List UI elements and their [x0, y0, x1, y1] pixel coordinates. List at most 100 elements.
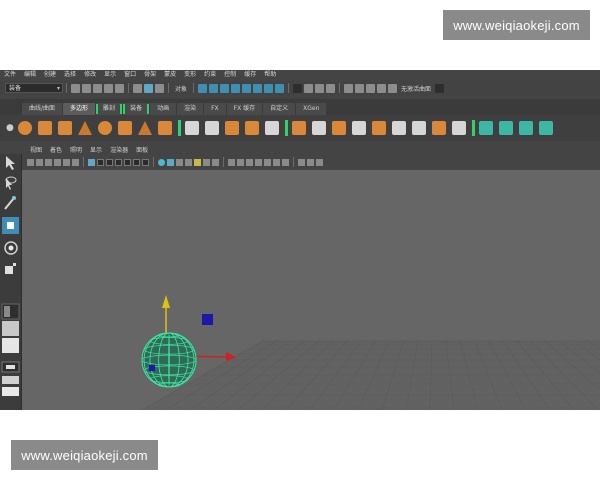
- smooth-shade-icon[interactable]: [167, 158, 174, 166]
- scale-tool-icon[interactable]: [5, 263, 16, 274]
- menu-constrain[interactable]: 约束: [200, 70, 220, 80]
- select-dynamics-icon[interactable]: [253, 83, 263, 93]
- tab-fx-caching[interactable]: FX 缓存: [226, 103, 263, 115]
- mirror-icon[interactable]: [452, 121, 466, 135]
- layout-persp-outliner-icon[interactable]: [2, 338, 19, 353]
- layout-four-icon[interactable]: [2, 321, 19, 336]
- menu-help[interactable]: 帮助: [260, 70, 280, 80]
- tab-custom[interactable]: 自定义: [263, 103, 296, 115]
- uv-auto-icon[interactable]: [539, 121, 553, 135]
- panel-menu-lighting[interactable]: 照明: [66, 145, 86, 154]
- render-frame-icon[interactable]: [435, 83, 445, 93]
- plane-icon[interactable]: [118, 121, 132, 135]
- snap-view-plane-icon[interactable]: [355, 83, 365, 93]
- cylinder-icon[interactable]: [58, 121, 72, 135]
- tab-animation[interactable]: 动画: [150, 103, 177, 115]
- film-gate-icon[interactable]: [97, 158, 104, 166]
- menu-skeleton[interactable]: 骨架: [140, 70, 160, 80]
- select-surface-icon[interactable]: [231, 83, 241, 93]
- tab-curves-surfaces[interactable]: 曲线/曲面: [22, 103, 63, 115]
- highlight-selection-icon[interactable]: [304, 83, 314, 93]
- select-joint-icon[interactable]: [209, 83, 219, 93]
- menu-windows[interactable]: 窗口: [120, 70, 140, 80]
- smooth-icon[interactable]: [412, 121, 426, 135]
- history-icon[interactable]: [377, 83, 387, 93]
- tab-sculpting[interactable]: 雕刻: [96, 103, 123, 115]
- tab-fx[interactable]: FX: [204, 103, 226, 115]
- menu-display[interactable]: 显示: [100, 70, 120, 80]
- panel-menu-panels[interactable]: 面板: [132, 145, 152, 154]
- tab-rigging[interactable]: 装备: [123, 103, 150, 115]
- menu-select[interactable]: 选择: [60, 70, 80, 80]
- bevel-icon[interactable]: [265, 121, 279, 135]
- exposure-icon[interactable]: [298, 158, 305, 166]
- select-deform-icon[interactable]: [242, 83, 252, 93]
- selection-mask-label[interactable]: 对象: [175, 84, 187, 93]
- menu-create[interactable]: 创建: [40, 70, 60, 80]
- select-misc-icon[interactable]: [275, 83, 285, 93]
- append-icon[interactable]: [312, 121, 326, 135]
- magnet-icon[interactable]: [388, 83, 398, 93]
- panel-menu-renderer[interactable]: 渲染器: [106, 145, 132, 154]
- menu-file[interactable]: 文件: [0, 70, 20, 80]
- torus-icon[interactable]: [98, 121, 112, 135]
- perspective-viewport[interactable]: [22, 170, 600, 410]
- select-curve-icon[interactable]: [220, 83, 230, 93]
- panel-menu-view[interactable]: 视图: [26, 145, 46, 154]
- tab-rendering[interactable]: 渲染: [177, 103, 204, 115]
- menu-cache[interactable]: 缓存: [240, 70, 260, 80]
- select-camera-icon[interactable]: [27, 158, 34, 166]
- object-mode-icon[interactable]: [144, 83, 153, 93]
- component-mode-icon[interactable]: [155, 83, 164, 93]
- cone-icon[interactable]: [78, 121, 92, 135]
- xray-icon[interactable]: [264, 158, 271, 166]
- lasso-tool-icon[interactable]: [5, 176, 17, 190]
- combine-icon[interactable]: [185, 121, 199, 135]
- menu-set-dropdown[interactable]: 装备: [5, 83, 63, 94]
- snap-live-icon[interactable]: [366, 83, 376, 93]
- menu-deform[interactable]: 变形: [180, 70, 200, 80]
- bridge-icon[interactable]: [245, 121, 259, 135]
- selected-polygon-sphere[interactable]: [141, 332, 197, 388]
- shadows-icon[interactable]: [203, 158, 210, 166]
- tab-xgen[interactable]: XGen: [296, 103, 327, 115]
- new-scene-icon[interactable]: [71, 83, 80, 93]
- panel-menu-show[interactable]: 显示: [86, 145, 106, 154]
- hierarchy-mode-icon[interactable]: [133, 83, 142, 93]
- menu-modify[interactable]: 修改: [80, 70, 100, 80]
- live-surface-label[interactable]: 无激活曲面: [401, 84, 431, 93]
- grid-toggle-icon[interactable]: [88, 158, 95, 166]
- move-tool-icon[interactable]: [2, 217, 19, 234]
- menu-skin[interactable]: 蒙皮: [160, 70, 180, 80]
- cube-icon[interactable]: [38, 121, 52, 135]
- wedge-icon[interactable]: [292, 121, 306, 135]
- wireframe-icon[interactable]: [158, 158, 165, 166]
- resolution-gate-icon[interactable]: [106, 158, 113, 166]
- graph-editor-icon[interactable]: [2, 376, 19, 384]
- pyramid-icon[interactable]: [138, 121, 152, 135]
- uv-cylindrical-icon[interactable]: [499, 121, 513, 135]
- redo-icon[interactable]: [115, 83, 124, 93]
- wireframe-on-shaded-icon[interactable]: [176, 158, 183, 166]
- ambient-occlusion-icon[interactable]: [212, 158, 219, 166]
- fill-hole-icon[interactable]: [372, 121, 386, 135]
- isolate-select-icon[interactable]: [255, 158, 262, 166]
- sphere-icon[interactable]: [18, 121, 32, 135]
- safe-action-icon[interactable]: [133, 158, 140, 166]
- xray-joints-icon[interactable]: [273, 158, 280, 166]
- select-tool-icon[interactable]: [6, 156, 15, 170]
- textured-icon[interactable]: [185, 158, 192, 166]
- paint-select-icon[interactable]: [4, 196, 16, 210]
- scale-handle-cube[interactable]: [202, 314, 213, 325]
- shelf-gear-icon[interactable]: ●: [6, 123, 18, 133]
- multisample-icon[interactable]: [237, 158, 244, 166]
- uv-editor-icon[interactable]: [392, 121, 406, 135]
- save-scene-icon[interactable]: [93, 83, 102, 93]
- tab-polygons[interactable]: 多边形: [63, 103, 96, 115]
- lock-selection-icon[interactable]: [293, 83, 303, 93]
- use-all-lights-icon[interactable]: [194, 158, 201, 166]
- motion-blur-icon[interactable]: [228, 158, 235, 166]
- panel-menu-shading[interactable]: 着色: [46, 145, 66, 154]
- menu-control[interactable]: 控制: [220, 70, 240, 80]
- outliner-icon[interactable]: [1, 361, 20, 373]
